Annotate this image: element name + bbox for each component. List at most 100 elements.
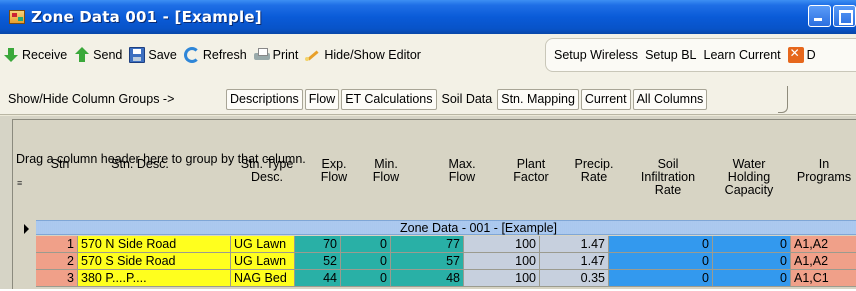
col-header-programs-line2: Programs — [796, 170, 852, 184]
cell-min-flow[interactable]: 0 — [341, 253, 391, 270]
current-row-indicator-icon — [14, 222, 36, 236]
group-current-button[interactable]: Current — [580, 88, 631, 110]
setup-wireless-button[interactable]: Setup Wireless — [554, 44, 645, 66]
table-row[interactable]: 1 570 N Side Road UG Lawn 70 0 77 100 1.… — [36, 236, 856, 253]
table-row[interactable]: 3 380 P....P.... NAG Bed 44 0 48 100 0.3… — [36, 270, 856, 287]
cell-max-flow[interactable]: 57 — [391, 253, 464, 270]
col-header-max-flow-line2: Flow — [448, 170, 476, 184]
cell-precip-rate[interactable]: 0.35 — [540, 270, 609, 287]
col-header-stn-desc[interactable]: Stn. Desc. — [90, 158, 190, 171]
col-header-max-flow[interactable]: Max. Flow — [440, 158, 484, 184]
col-header-in-programs[interactable]: In Programs — [792, 158, 856, 184]
cell-stn-desc[interactable]: 570 S Side Road — [78, 253, 231, 270]
group-soil-data-button[interactable]: Soil Data — [439, 89, 496, 110]
toolbar: Receive Send Save Refresh Print Hide/Sho… — [0, 34, 856, 84]
cell-min-flow[interactable]: 0 — [341, 270, 391, 287]
cell-exp-flow[interactable]: 52 — [295, 253, 341, 270]
cell-exp-flow[interactable]: 44 — [295, 270, 341, 287]
cell-stn[interactable]: 2 — [42, 253, 78, 270]
cell-stn-type[interactable]: UG Lawn — [231, 253, 295, 270]
cell-stn-desc[interactable]: 570 N Side Road — [78, 236, 231, 253]
cell-max-flow[interactable]: 48 — [391, 270, 464, 287]
cell-soil-infiltration[interactable]: 0 — [609, 236, 713, 253]
app-icon — [9, 10, 25, 24]
col-header-precip-rate[interactable]: Precip. Rate — [568, 158, 620, 184]
group-stn-mapping-button[interactable]: Stn. Mapping — [497, 88, 579, 110]
print-icon — [253, 47, 270, 63]
cell-stn-type[interactable]: UG Lawn — [231, 236, 295, 253]
hide-show-editor-button[interactable]: Hide/Show Editor — [302, 44, 425, 66]
col-header-stn-type[interactable]: Stn. Type Desc. — [232, 158, 302, 184]
cell-stn-type[interactable]: NAG Bed — [231, 270, 295, 287]
refresh-icon — [183, 47, 200, 63]
col-header-stn-type-line2: Desc. — [251, 170, 283, 184]
cell-soil-infiltration[interactable]: 0 — [609, 253, 713, 270]
col-header-exp-flow-line2: Flow — [320, 170, 348, 184]
send-button[interactable]: Send — [71, 44, 126, 66]
cell-stn-desc[interactable]: 380 P....P.... — [78, 270, 231, 287]
zone-data-window: Zone Data 001 - [Example] Receive Send S… — [0, 0, 856, 291]
window-controls — [808, 5, 856, 27]
cell-stn[interactable]: 1 — [42, 236, 78, 253]
minimize-button[interactable] — [808, 5, 831, 27]
group-row[interactable]: Zone Data - 001 - [Example] — [36, 220, 856, 235]
refresh-label: Refresh — [202, 48, 247, 62]
send-icon — [74, 47, 90, 63]
cell-precip-rate[interactable]: 1.47 — [540, 253, 609, 270]
col-header-exp-flow[interactable]: Exp. Flow — [312, 158, 356, 184]
toolbar-main-row: Receive Send Save Refresh Print Hide/Sho… — [0, 44, 425, 66]
group-descriptions-button[interactable]: Descriptions — [226, 88, 303, 110]
delete-button[interactable]: D — [787, 44, 823, 66]
save-button[interactable]: Save — [126, 44, 181, 66]
receive-icon — [3, 47, 19, 63]
cell-stn[interactable]: 3 — [42, 270, 78, 287]
col-header-water-line3: Capacity — [724, 183, 774, 197]
col-header-precip-rate-line2: Rate — [580, 170, 608, 184]
cell-max-flow[interactable]: 77 — [391, 236, 464, 253]
col-header-min-flow[interactable]: Min. Flow — [364, 158, 408, 184]
group-all-columns-button[interactable]: All Columns — [632, 88, 708, 110]
col-header-plant-factor-line2: Factor — [513, 170, 549, 184]
receive-button[interactable]: Receive — [0, 44, 71, 66]
cell-soil-infiltration[interactable]: 0 — [609, 270, 713, 287]
column-chooser-icon[interactable]: ≡ — [17, 178, 22, 188]
receive-label: Receive — [22, 48, 68, 62]
col-header-water-holding[interactable]: Water Holding Capacity — [712, 158, 786, 197]
group-flow-button[interactable]: Flow — [304, 88, 340, 110]
refresh-button[interactable]: Refresh — [181, 44, 251, 66]
col-header-min-flow-line2: Flow — [372, 170, 400, 184]
window-title: Zone Data 001 - [Example] — [31, 8, 262, 26]
print-button[interactable]: Print — [251, 44, 303, 66]
col-header-plant-factor[interactable]: Plant Factor — [505, 158, 557, 184]
group-et-calculations-button[interactable]: ET Calculations — [341, 88, 437, 110]
cell-water-holding[interactable]: 0 — [713, 236, 791, 253]
col-header-stn[interactable]: Stn — [42, 158, 78, 171]
setup-bl-button[interactable]: Setup BL — [645, 44, 703, 66]
cell-water-holding[interactable]: 0 — [713, 253, 791, 270]
maximize-button[interactable] — [833, 5, 856, 27]
delete-icon — [787, 46, 804, 63]
learn-current-button[interactable]: Learn Current — [704, 44, 788, 66]
cell-plant-factor[interactable]: 100 — [464, 253, 540, 270]
column-group-buttons: Descriptions Flow ET Calculations Soil D… — [226, 87, 709, 111]
print-label: Print — [272, 48, 299, 62]
learn-current-label: Learn Current — [703, 48, 781, 62]
cell-in-programs[interactable]: A1,C1 — [791, 270, 856, 287]
setup-bl-label: Setup BL — [645, 48, 697, 62]
cell-plant-factor[interactable]: 100 — [464, 270, 540, 287]
title-bar[interactable]: Zone Data 001 - [Example] — [0, 0, 856, 34]
cell-min-flow[interactable]: 0 — [341, 236, 391, 253]
col-header-soil-infiltration[interactable]: Soil Infiltration Rate — [628, 158, 708, 197]
group-row-label: Zone Data - 001 - [Example] — [400, 221, 558, 235]
table-row[interactable]: 2 570 S Side Road UG Lawn 52 0 57 100 1.… — [36, 253, 856, 270]
cell-in-programs[interactable]: A1,A2 — [791, 236, 856, 253]
setup-wireless-label: Setup Wireless — [554, 48, 639, 62]
cell-in-programs[interactable]: A1,A2 — [791, 253, 856, 270]
col-header-stn-text: Stn — [50, 157, 70, 171]
save-label: Save — [148, 48, 177, 62]
cell-exp-flow[interactable]: 70 — [295, 236, 341, 253]
cell-plant-factor[interactable]: 100 — [464, 236, 540, 253]
cell-water-holding[interactable]: 0 — [713, 270, 791, 287]
cell-precip-rate[interactable]: 1.47 — [540, 236, 609, 253]
setup-toolbar-row: Setup Wireless Setup BL Learn Current D — [554, 44, 823, 66]
